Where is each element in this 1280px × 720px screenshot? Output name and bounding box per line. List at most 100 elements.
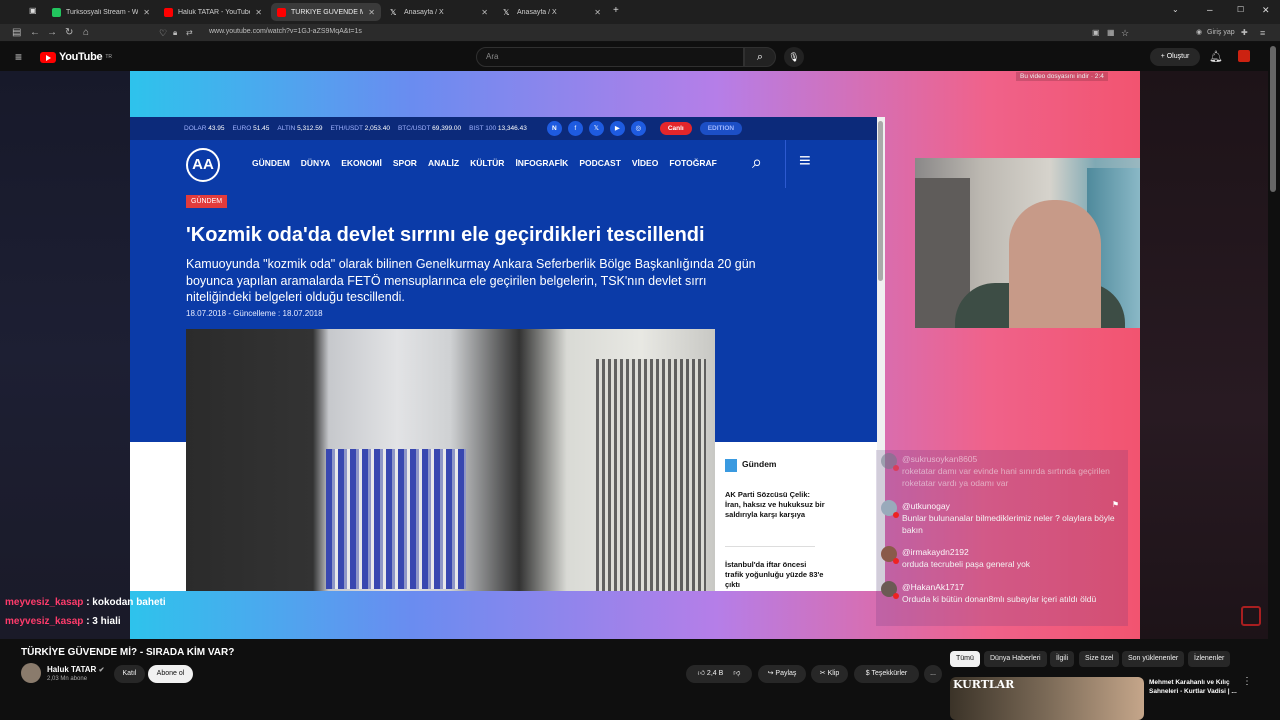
article-nav-links: GÜNDEM DÜNYA EKONOMİ SPOR ANALİZ KÜLTÜR … — [252, 158, 717, 168]
new-tab-icon[interactable]: + — [613, 5, 619, 16]
download-notice[interactable]: Bu video dosyasını indir · 2:4 — [1016, 72, 1108, 81]
url-field[interactable]: www.youtube.com/watch?v=1GJ-aZS9MqA&t=1s — [209, 28, 362, 35]
sidebar-toggle-icon[interactable]: ▤ — [12, 26, 21, 40]
shield-icon[interactable]: ♡ — [159, 26, 167, 40]
article-search-icon: ⌕ — [752, 152, 763, 172]
back-icon[interactable]: ← — [30, 26, 40, 40]
lock-icon[interactable]: 🔒︎ — [173, 26, 177, 40]
youtube-icon — [277, 7, 286, 17]
tab-x-home-2[interactable]: 𝕏 Anasayfa / X ✕ — [497, 3, 607, 21]
thanks-button[interactable]: $ Teşekkürler — [854, 665, 919, 683]
video-title: TÜRKİYE GÜVENDE Mİ? - SIRADA KİM VAR? — [21, 647, 235, 658]
close-icon[interactable]: ✕ — [255, 8, 262, 17]
close-icon[interactable]: ✕ — [481, 8, 488, 17]
article-navbar: AA GÜNDEM DÜNYA EKONOMİ SPOR ANALİZ KÜLT… — [130, 140, 885, 188]
address-bar: ▤ ← → ↻ ⌂ ♡ 🔒︎ ⇄ www.youtube.com/watch?v… — [0, 24, 1280, 42]
reader-icon[interactable]: ▦ — [1107, 26, 1115, 40]
page-scrollbar-thumb[interactable] — [1270, 46, 1276, 192]
social-icons: N f 𝕏 ▶ ◎ — [546, 121, 646, 136]
news-bubble-icon — [725, 459, 737, 472]
avatar — [881, 500, 899, 518]
hamburger-menu-icon[interactable]: ≡ — [15, 50, 22, 64]
search-button[interactable]: ⌕ — [744, 47, 776, 67]
market-ticker: DOLAR 43.95 EURO 51.45 ALTIN 5,312.59 ET… — [130, 117, 885, 140]
chip-all[interactable]: Tümü — [950, 651, 980, 667]
share-button[interactable]: ↪ Paylaş — [758, 665, 806, 683]
chip-for-you[interactable]: Size özel — [1079, 651, 1120, 667]
avatar — [881, 546, 899, 564]
join-button[interactable]: Katıl — [114, 665, 145, 683]
chip-watched[interactable]: İzlenenler — [1188, 651, 1231, 667]
divider — [725, 546, 815, 547]
aa-logo: AA — [186, 148, 220, 182]
search-input[interactable]: Ara — [476, 47, 744, 67]
home-icon[interactable]: ⌂ — [83, 26, 89, 40]
instagram-icon: ◎ — [630, 121, 646, 136]
clip-button[interactable]: ✂ Klip — [811, 665, 848, 683]
bookmark-star-icon[interactable]: ☆ — [1121, 26, 1129, 40]
article-photo — [186, 329, 715, 591]
create-button[interactable]: + Oluştur — [1150, 48, 1200, 66]
scissors-icon: ✂ — [819, 670, 826, 677]
channel-name[interactable]: Haluk TATAR ✔ — [47, 665, 104, 674]
more-actions-button[interactable]: ... — [924, 665, 942, 683]
channel-avatar[interactable] — [21, 663, 41, 683]
recommended-thumbnail[interactable]: KURTLAR — [950, 677, 1144, 720]
article-headline: 'Kozmik oda'da devlet sırrını ele geçird… — [186, 224, 705, 246]
youtube-icon — [164, 7, 173, 17]
verified-icon: ✔ — [98, 667, 105, 674]
tab-overview-icon[interactable]: ▣ — [29, 6, 37, 15]
category-tag: GÜNDEM — [186, 195, 228, 208]
x-icon: 𝕏 — [588, 121, 604, 136]
forward-icon[interactable]: → — [47, 26, 57, 40]
extension-icon[interactable]: ▣ — [1092, 26, 1100, 40]
kick-icon — [52, 7, 61, 17]
article-frame: DOLAR 43.95 EURO 51.45 ALTIN 5,312.59 ET… — [130, 117, 885, 591]
chat-message: @sukrusoykan8605 roketatar damı var evind… — [881, 453, 1121, 489]
more-vert-icon[interactable]: ⋮ — [1242, 676, 1252, 687]
chat-message: @irmakaydn2192 orduda tecrubeli paşa gene… — [881, 546, 1121, 570]
avatar[interactable] — [1238, 50, 1250, 62]
webcam-feed — [915, 158, 1140, 328]
like-button[interactable]: 👍︎ 2,4 B — [698, 670, 724, 677]
account-icon[interactable]: ◉ — [1196, 26, 1202, 40]
site-settings-icon[interactable]: ⇄ — [186, 26, 193, 40]
close-icon[interactable]: ✕ — [143, 8, 150, 17]
reload-icon[interactable]: ↻ — [65, 26, 73, 40]
archive-shelves — [326, 449, 466, 589]
dislike-button[interactable]: 👎︎ — [733, 670, 740, 677]
extensions-puzzle-icon[interactable]: ✚ — [1241, 26, 1248, 40]
related-item: AK Parti Sözcüsü Çelik: İran, haksız ve … — [725, 490, 825, 519]
thanks-icon: $ — [865, 670, 870, 677]
maximize-icon[interactable]: ☐ — [1237, 5, 1244, 14]
article-date: 18.07.2018 - Güncelleme : 18.07.2018 — [186, 309, 323, 318]
x-logo-icon: 𝕏 — [503, 7, 510, 17]
live-chat-overlay: @sukrusoykan8605 roketatar damı var evind… — [876, 450, 1128, 626]
thumbs-up-icon: 👍︎ — [697, 670, 705, 677]
subscribe-button[interactable]: Abone ol — [148, 665, 193, 683]
minimize-icon[interactable]: – — [1207, 5, 1213, 16]
chip-recent-uploads[interactable]: Son yüklenenler — [1122, 651, 1185, 667]
youtube-logo[interactable]: YouTube TR — [40, 51, 112, 63]
notifications-bell-icon[interactable]: 🔔︎ — [1209, 50, 1223, 63]
chat-message: @utkunogay Bunlar bulunanalar bilmedikler… — [881, 500, 1121, 536]
subscriber-count: 2,03 Mn abone — [47, 676, 88, 682]
tab-turksosyali[interactable]: Turksosyali Stream - Watch✕ — [46, 3, 156, 21]
tab-haluk-tatar[interactable]: Haluk TATAR - YouTube ✕ — [158, 3, 268, 21]
chip-world-news[interactable]: Dünya Haberleri — [984, 651, 1047, 667]
tab-current-video[interactable]: TÜRKİYE GÜVENDE Mİ? - SIRAD✕ — [271, 3, 381, 21]
voice-search-button[interactable]: 🎙︎ — [784, 47, 804, 67]
chip-related[interactable]: İlgili — [1050, 651, 1075, 667]
x-logo-icon: 𝕏 — [390, 7, 397, 17]
report-icon[interactable]: ⚑ — [1112, 500, 1119, 509]
close-icon[interactable]: ✕ — [594, 8, 601, 17]
share-icon: ↪ — [767, 670, 774, 677]
browser-menu-icon[interactable]: ≡ — [1260, 26, 1265, 40]
chevron-down-icon[interactable]: ⌄ — [1172, 5, 1179, 14]
close-icon[interactable]: ✕ — [368, 8, 375, 17]
recommended-title[interactable]: Mehmet Karahanlı ve Kılıç Sahneleri - Ku… — [1149, 678, 1241, 696]
window-close-icon[interactable]: ✕ — [1262, 5, 1270, 16]
related-news-card: Gündem AK Parti Sözcüsü Çelik: İran, hak… — [715, 442, 877, 591]
tab-x-home-1[interactable]: 𝕏 Anasayfa / X ✕ — [384, 3, 494, 21]
signin-link[interactable]: Giriş yap — [1207, 26, 1235, 40]
